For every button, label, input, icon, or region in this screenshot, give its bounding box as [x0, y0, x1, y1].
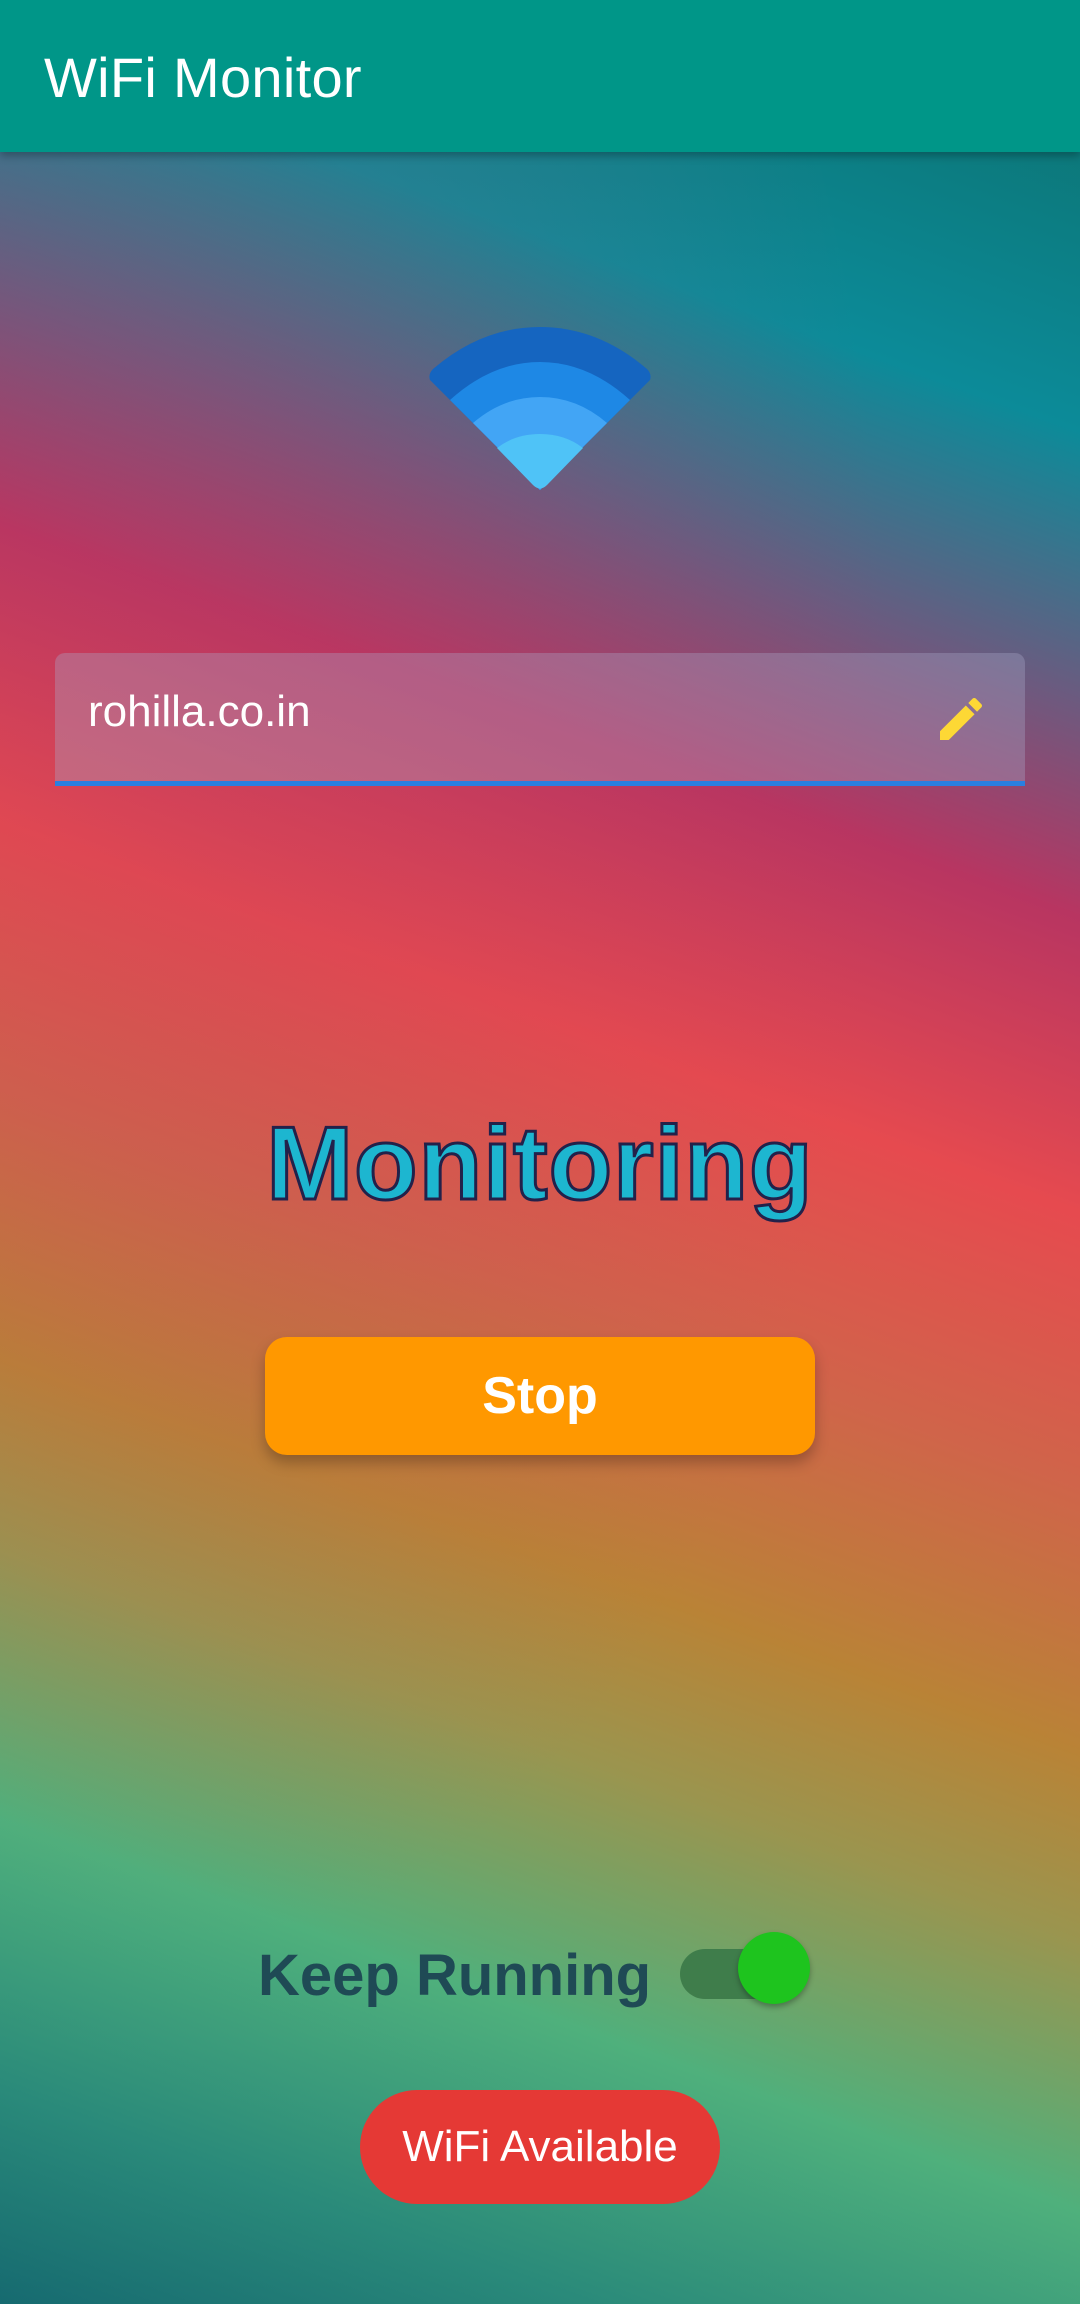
- keep-running-row: Keep Running: [0, 1930, 1080, 2020]
- pencil-icon[interactable]: [931, 689, 991, 749]
- url-input-value: rohilla.co.in: [88, 687, 311, 736]
- stop-button[interactable]: Stop: [265, 1337, 815, 1455]
- app-screen: WiFi Monitor rohilla.co.in Monitoring St…: [0, 0, 1080, 2304]
- toggle-thumb: [738, 1932, 810, 2004]
- keep-running-label: Keep Running: [258, 1943, 652, 2008]
- wifi-icon: [425, 322, 655, 492]
- url-input[interactable]: rohilla.co.in: [55, 653, 1025, 786]
- app-bar: WiFi Monitor: [0, 0, 1080, 152]
- keep-running-toggle[interactable]: [680, 1932, 810, 2004]
- wifi-status-badge: WiFi Available: [360, 2090, 720, 2204]
- app-title: WiFi Monitor: [44, 46, 362, 109]
- monitoring-status-heading: Monitoring: [265, 1105, 814, 1224]
